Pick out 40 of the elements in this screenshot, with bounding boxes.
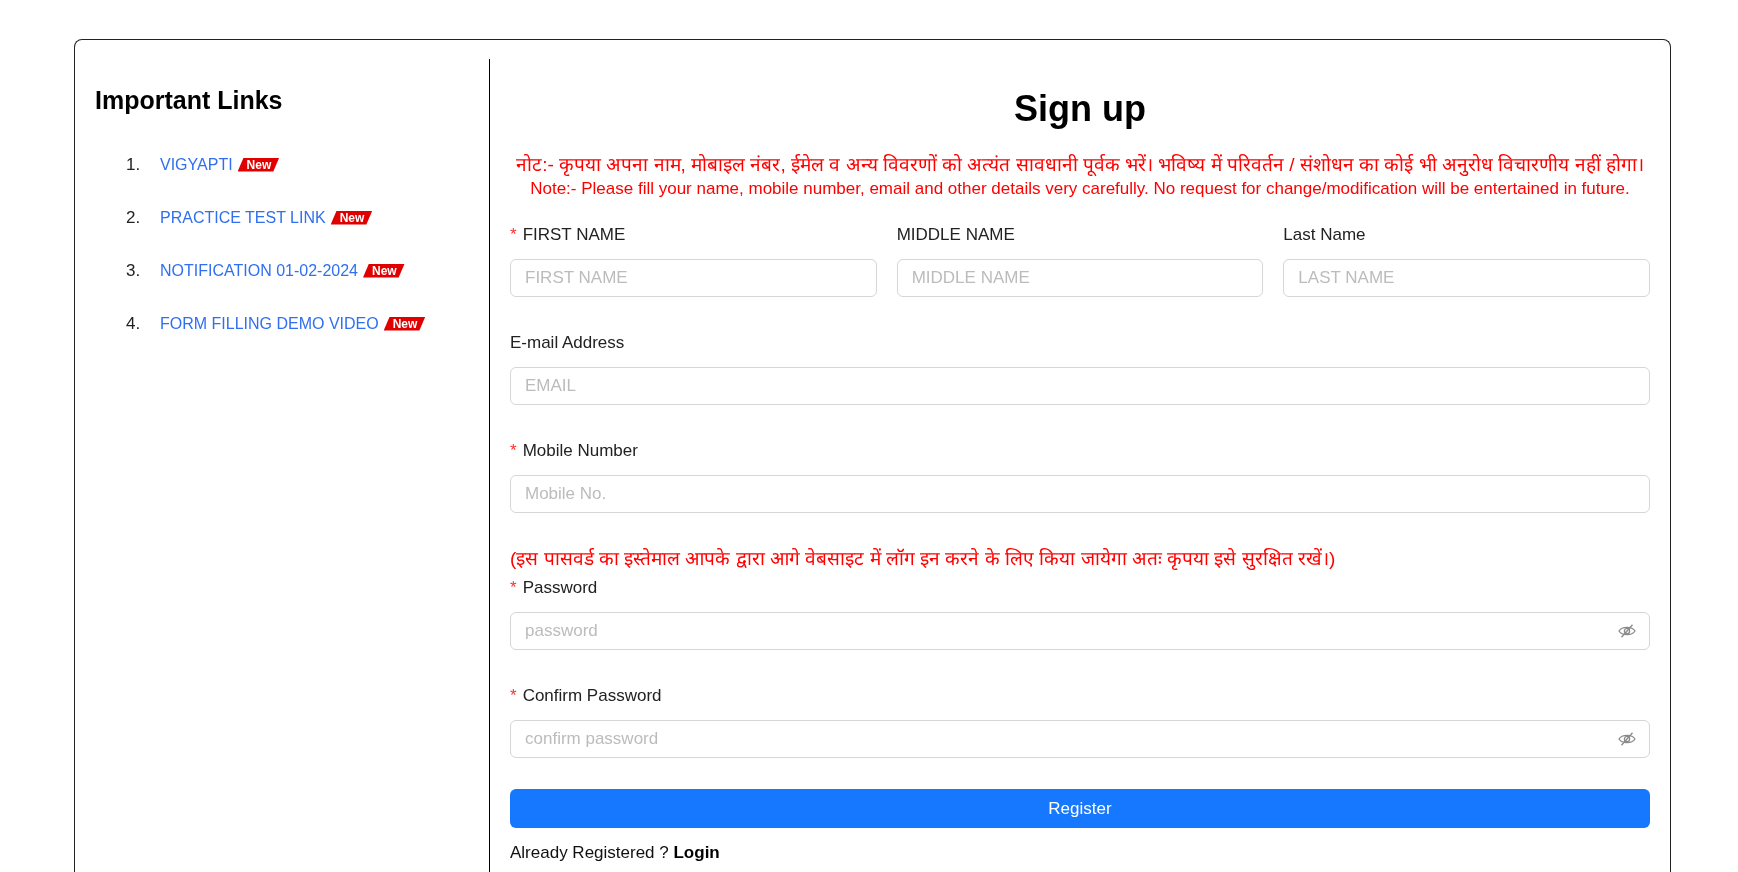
eye-slash-icon[interactable] xyxy=(1618,624,1636,638)
password-field[interactable]: password xyxy=(510,612,1650,650)
register-button[interactable]: Register xyxy=(510,789,1650,828)
new-badge: New xyxy=(330,210,373,225)
sidebar-heading: Important Links xyxy=(95,85,284,115)
list-number: 1. xyxy=(126,153,142,176)
field-label: Mobile Number xyxy=(522,440,638,462)
required-mark: * xyxy=(510,440,517,462)
list-number: 3. xyxy=(126,259,142,282)
sidebar-link[interactable]: FORM FILLING DEMO VIDEO xyxy=(160,311,379,336)
field-label: Last Name xyxy=(1283,224,1366,246)
login-prompt: Already Registered ? Login xyxy=(510,842,721,864)
input-field[interactable]: MIDDLE NAME xyxy=(896,259,1264,297)
input-field[interactable]: FIRST NAME xyxy=(510,259,877,297)
password-notice: (इस पासवर्ड का इस्तेमाल आपके द्वारा आगे वेबसाइट में लॉग इन करने के लिए किया जायेगा अतः कृपया इसे सुरक्षित रखें।) xyxy=(510,547,1337,571)
password-field[interactable]: confirm password xyxy=(510,720,1650,758)
notice-text: Note:- Please fill your name, mobile number, email and other details very carefully. No request for change/modification will be entertained in future. xyxy=(529,178,1631,200)
list-number: 4. xyxy=(126,312,142,335)
sidebar-link[interactable]: NOTIFICATION 01-02-2024 xyxy=(160,258,358,283)
login-link[interactable]: Login xyxy=(673,843,720,862)
field-label: FIRST NAME xyxy=(522,224,626,246)
input-field[interactable]: Mobile No. xyxy=(510,475,1650,513)
new-badge: New xyxy=(363,263,405,278)
eye-slash-icon[interactable] xyxy=(1618,732,1636,746)
notice-text: नोट:- कृपया अपना नाम, मोबाइल नंबर, ईमेल व अन्य विवरणों को अत्यंत सावधानी पूर्वक भरें। भविष्य में परिवर्तन / संशोधन का कोई भी अनुरोध विचारणीय नहीं होगा। xyxy=(515,153,1645,177)
input-field[interactable]: EMAIL xyxy=(510,367,1650,405)
new-badge: New xyxy=(383,316,426,331)
required-mark: * xyxy=(510,224,517,246)
form-title: Sign up xyxy=(1013,87,1147,130)
required-mark: * xyxy=(510,685,517,707)
field-label: Password xyxy=(522,577,598,599)
field-label: Confirm Password xyxy=(522,685,662,707)
sidebar-link[interactable]: PRACTICE TEST LINK xyxy=(160,205,326,230)
sidebar-link[interactable]: VIGYAPTI xyxy=(160,152,233,177)
field-label: E-mail Address xyxy=(510,332,625,354)
list-number: 2. xyxy=(126,206,142,229)
new-badge: New xyxy=(237,157,280,172)
required-mark: * xyxy=(510,577,517,599)
field-label: MIDDLE NAME xyxy=(896,224,1015,246)
input-field[interactable]: LAST NAME xyxy=(1283,259,1650,297)
